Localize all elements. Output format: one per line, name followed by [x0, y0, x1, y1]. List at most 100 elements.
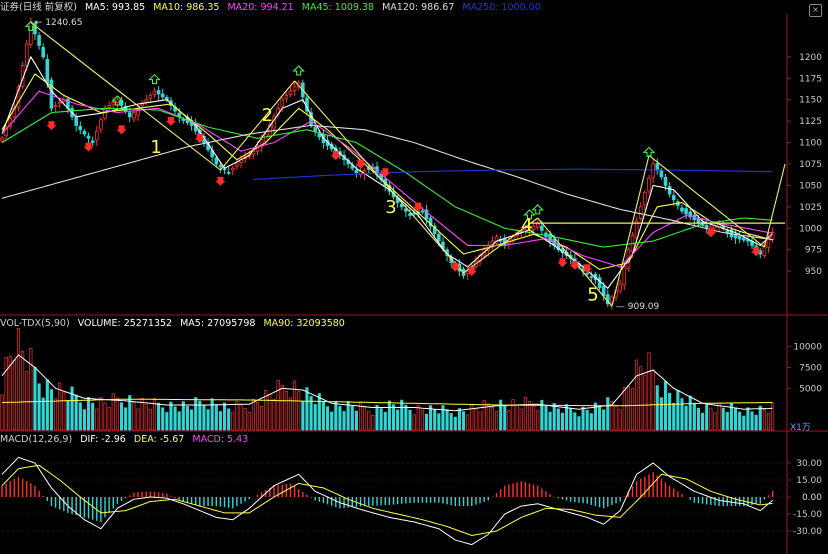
- volume-bar: [86, 397, 91, 431]
- volume-bar: [424, 413, 429, 431]
- y-tick-label: 1200: [799, 53, 822, 63]
- candle-body: [408, 213, 412, 216]
- volume-bar: [696, 407, 701, 431]
- volume-bar: [672, 402, 676, 431]
- close-icon[interactable]: ×: [809, 4, 822, 17]
- candle-body: [82, 130, 87, 135]
- y-tick-label: 15.00: [796, 476, 822, 486]
- volume-bar: [301, 401, 305, 431]
- candle-body: [313, 127, 317, 132]
- candle-body: [111, 102, 116, 106]
- y-tick-label: 950: [805, 267, 822, 277]
- candle-body: [288, 90, 293, 95]
- volume-bar: [643, 374, 647, 431]
- candle-body: [222, 168, 227, 171]
- candle-body: [86, 135, 91, 139]
- candle-body: [540, 225, 544, 231]
- volume-bar: [437, 413, 441, 431]
- volume-bar: [148, 409, 152, 431]
- main-legend-ma250: MA250: 1000.00: [462, 2, 541, 13]
- volume-bar: [12, 359, 16, 431]
- volume-bar: [560, 412, 565, 431]
- volume-bar: [210, 398, 214, 431]
- volume-bar: [16, 327, 21, 431]
- volume-bar: [25, 371, 29, 431]
- main-legend-ma45: MA45: 1009.38: [301, 2, 375, 13]
- volume-bar: [684, 405, 688, 431]
- macd-legend-dea: DEA: -5.67: [133, 434, 185, 445]
- volume-bar: [519, 408, 523, 431]
- volume-bar: [37, 383, 41, 431]
- volume-bar: [82, 409, 86, 431]
- volume-bar: [251, 398, 255, 431]
- candle-body: [132, 112, 136, 120]
- volume-bar: [202, 404, 206, 431]
- volume-bar: [231, 411, 235, 431]
- volume-bar: [606, 397, 610, 431]
- volume-bar: [350, 406, 354, 431]
- y-tick-label: 10000: [793, 343, 822, 353]
- candle-body: [770, 232, 775, 240]
- volume-bar: [375, 405, 379, 431]
- volume-bar: [556, 408, 560, 431]
- volume-bar: [161, 407, 165, 431]
- volume-bar: [272, 398, 276, 431]
- volume-bar: [91, 402, 95, 431]
- volume-bar: [408, 409, 412, 431]
- main-title: 证券(日线 前复权): [0, 2, 77, 13]
- volume-bar: [668, 392, 672, 431]
- candle-body: [317, 133, 322, 138]
- volume-bar: [515, 404, 519, 431]
- volume-bar: [655, 385, 659, 431]
- volume-bar: [692, 402, 696, 431]
- volume-bar: [647, 352, 651, 431]
- vol-title: VOL-TDX(5,90): [0, 318, 70, 329]
- y-tick-label: 5000: [799, 384, 822, 394]
- volume-bar: [750, 411, 754, 431]
- volume-bar: [746, 407, 750, 431]
- volume-bar: [742, 415, 746, 431]
- volume-bar: [367, 410, 371, 431]
- macd-legend: MACD(12,26,9) DIF: -2.96 DEA: -5.67 MACD…: [0, 432, 253, 447]
- vol-legend-volume: VOLUME: 25271352: [77, 318, 173, 329]
- volume-bar: [276, 379, 280, 431]
- candle-body: [655, 163, 660, 171]
- volume-bar: [474, 408, 478, 431]
- volume-bar: [416, 405, 420, 431]
- volume-bar: [247, 412, 251, 431]
- volume-bar: [503, 404, 507, 431]
- candle-body: [585, 272, 589, 275]
- volume-bar: [99, 397, 103, 431]
- volume-bar: [527, 401, 532, 431]
- candle-body: [144, 99, 149, 103]
- volume-bar: [449, 413, 453, 431]
- volume-bar: [239, 404, 243, 431]
- wave-label: 1: [150, 137, 161, 158]
- candle-body: [651, 163, 655, 178]
- volume-bar: [494, 410, 499, 431]
- volume-bar: [404, 404, 408, 431]
- volume-bar: [132, 402, 136, 431]
- candle-body: [156, 90, 161, 95]
- volume-bar: [688, 395, 692, 431]
- volume-bar: [255, 402, 260, 431]
- candle-body: [99, 119, 103, 130]
- volume-bar: [330, 411, 334, 431]
- volume-bar: [214, 405, 218, 431]
- volume-bar: [754, 414, 758, 431]
- candle-body: [437, 233, 441, 242]
- volume-bar: [363, 406, 367, 431]
- volume-bar: [457, 408, 461, 431]
- y-tick-label: 0.00: [802, 493, 822, 503]
- volume-bar: [701, 412, 705, 431]
- candle-body: [24, 43, 29, 66]
- candle-body: [733, 234, 738, 239]
- volume-bar: [412, 414, 416, 431]
- volume-bar: [190, 409, 194, 431]
- volume-bar: [478, 411, 482, 431]
- volume-bar: [462, 411, 466, 431]
- volume-bar: [227, 408, 231, 431]
- volume-bar: [663, 381, 668, 431]
- volume-bar: [598, 406, 602, 431]
- macd-legend-macd: MACD: 5.43: [192, 434, 249, 445]
